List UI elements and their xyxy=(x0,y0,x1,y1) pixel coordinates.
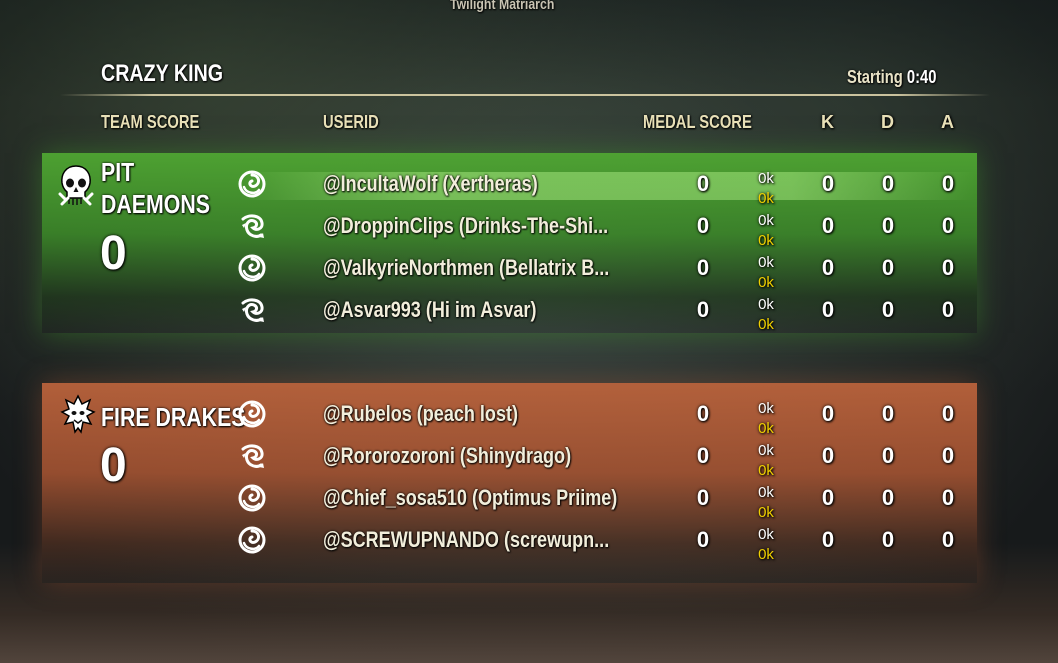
col-header-kills: K xyxy=(821,112,834,132)
col-header-assists: A xyxy=(941,112,954,132)
player-stat-primary: 0k xyxy=(758,170,774,187)
status-label: Starting xyxy=(847,67,903,87)
player-deaths: 0 xyxy=(881,171,895,196)
player-kills: 0 xyxy=(821,443,835,468)
class-swirl-icon xyxy=(237,169,267,199)
class-swirl-icon xyxy=(237,399,267,429)
player-medal-score: 0 xyxy=(696,401,710,426)
target-name: Twilight Matriarch xyxy=(450,0,555,13)
player-stat-secondary: 0k xyxy=(758,504,774,521)
player-medal-score: 0 xyxy=(696,171,710,196)
player-assists: 0 xyxy=(941,443,955,468)
team-score-pit-daemons: 0 xyxy=(100,227,127,280)
header-divider xyxy=(60,94,990,96)
col-header-deaths: D xyxy=(881,112,894,132)
player-userid: @SCREWUPNANDO (screwupn... xyxy=(323,527,610,552)
team-name-pit-daemons: PIT DAEMONS xyxy=(101,157,210,219)
player-stat-primary: 0k xyxy=(758,212,774,229)
player-medal-score: 0 xyxy=(696,213,710,238)
player-assists: 0 xyxy=(941,213,955,238)
player-stat-primary: 0k xyxy=(758,526,774,543)
player-stat-secondary: 0k xyxy=(758,420,774,437)
player-stat-secondary: 0k xyxy=(758,316,774,333)
player-kills: 0 xyxy=(821,401,835,426)
col-header-medal-score: MEDAL SCORE xyxy=(643,112,752,132)
player-userid: @Chief_sosa510 (Optimus Priime) xyxy=(323,485,618,510)
player-medal-score: 0 xyxy=(696,527,710,552)
player-stat-primary: 0k xyxy=(758,296,774,313)
col-header-team-score: TEAM SCORE xyxy=(101,112,200,132)
class-dragon-icon xyxy=(237,441,267,471)
player-userid: @ValkyrieNorthmen (Bellatrix B... xyxy=(323,255,610,280)
player-deaths: 0 xyxy=(881,401,895,426)
player-deaths: 0 xyxy=(881,485,895,510)
player-stat-primary: 0k xyxy=(758,442,774,459)
col-header-userid: USERID xyxy=(323,112,379,132)
player-stat-primary: 0k xyxy=(758,400,774,417)
player-userid: @Asvar993 (Hi im Asvar) xyxy=(323,297,537,322)
player-deaths: 0 xyxy=(881,297,895,322)
player-userid: @IncultaWolf (Xertheras) xyxy=(323,171,538,196)
player-medal-score: 0 xyxy=(696,443,710,468)
drake-icon xyxy=(60,394,96,434)
player-stat-secondary: 0k xyxy=(758,462,774,479)
player-kills: 0 xyxy=(821,171,835,196)
team-score-fire-drakes: 0 xyxy=(100,439,127,492)
status-timer: 0:40 xyxy=(906,67,937,87)
player-kills: 0 xyxy=(821,255,835,280)
player-stat-secondary: 0k xyxy=(758,274,774,291)
player-stat-primary: 0k xyxy=(758,254,774,271)
game-mode-title: CRAZY KING xyxy=(101,60,224,87)
player-stat-secondary: 0k xyxy=(758,546,774,563)
player-userid: @Rubelos (peach lost) xyxy=(323,401,519,426)
player-assists: 0 xyxy=(941,527,955,552)
player-assists: 0 xyxy=(941,297,955,322)
player-deaths: 0 xyxy=(881,527,895,552)
class-swirl-icon xyxy=(237,483,267,513)
player-kills: 0 xyxy=(821,297,835,322)
player-medal-score: 0 xyxy=(696,255,710,280)
class-swirl-icon xyxy=(237,253,267,283)
player-assists: 0 xyxy=(941,171,955,196)
player-kills: 0 xyxy=(821,213,835,238)
player-assists: 0 xyxy=(941,401,955,426)
player-deaths: 0 xyxy=(881,213,895,238)
player-userid: @DroppinClips (Drinks-The-Shi... xyxy=(323,213,609,238)
class-dragon-icon xyxy=(237,211,267,241)
player-stat-secondary: 0k xyxy=(758,190,774,207)
player-stat-secondary: 0k xyxy=(758,232,774,249)
player-kills: 0 xyxy=(821,485,835,510)
player-kills: 0 xyxy=(821,527,835,552)
player-deaths: 0 xyxy=(881,443,895,468)
class-swirl-icon xyxy=(237,525,267,555)
player-userid: @Rororozoroni (Shinydrago) xyxy=(323,443,572,468)
player-medal-score: 0 xyxy=(696,297,710,322)
class-dragon-icon xyxy=(237,295,267,325)
player-medal-score: 0 xyxy=(696,485,710,510)
player-assists: 0 xyxy=(941,485,955,510)
skull-icon xyxy=(58,165,94,206)
player-stat-primary: 0k xyxy=(758,484,774,501)
player-assists: 0 xyxy=(941,255,955,280)
player-deaths: 0 xyxy=(881,255,895,280)
match-status: Starting 0:40 xyxy=(847,67,956,88)
